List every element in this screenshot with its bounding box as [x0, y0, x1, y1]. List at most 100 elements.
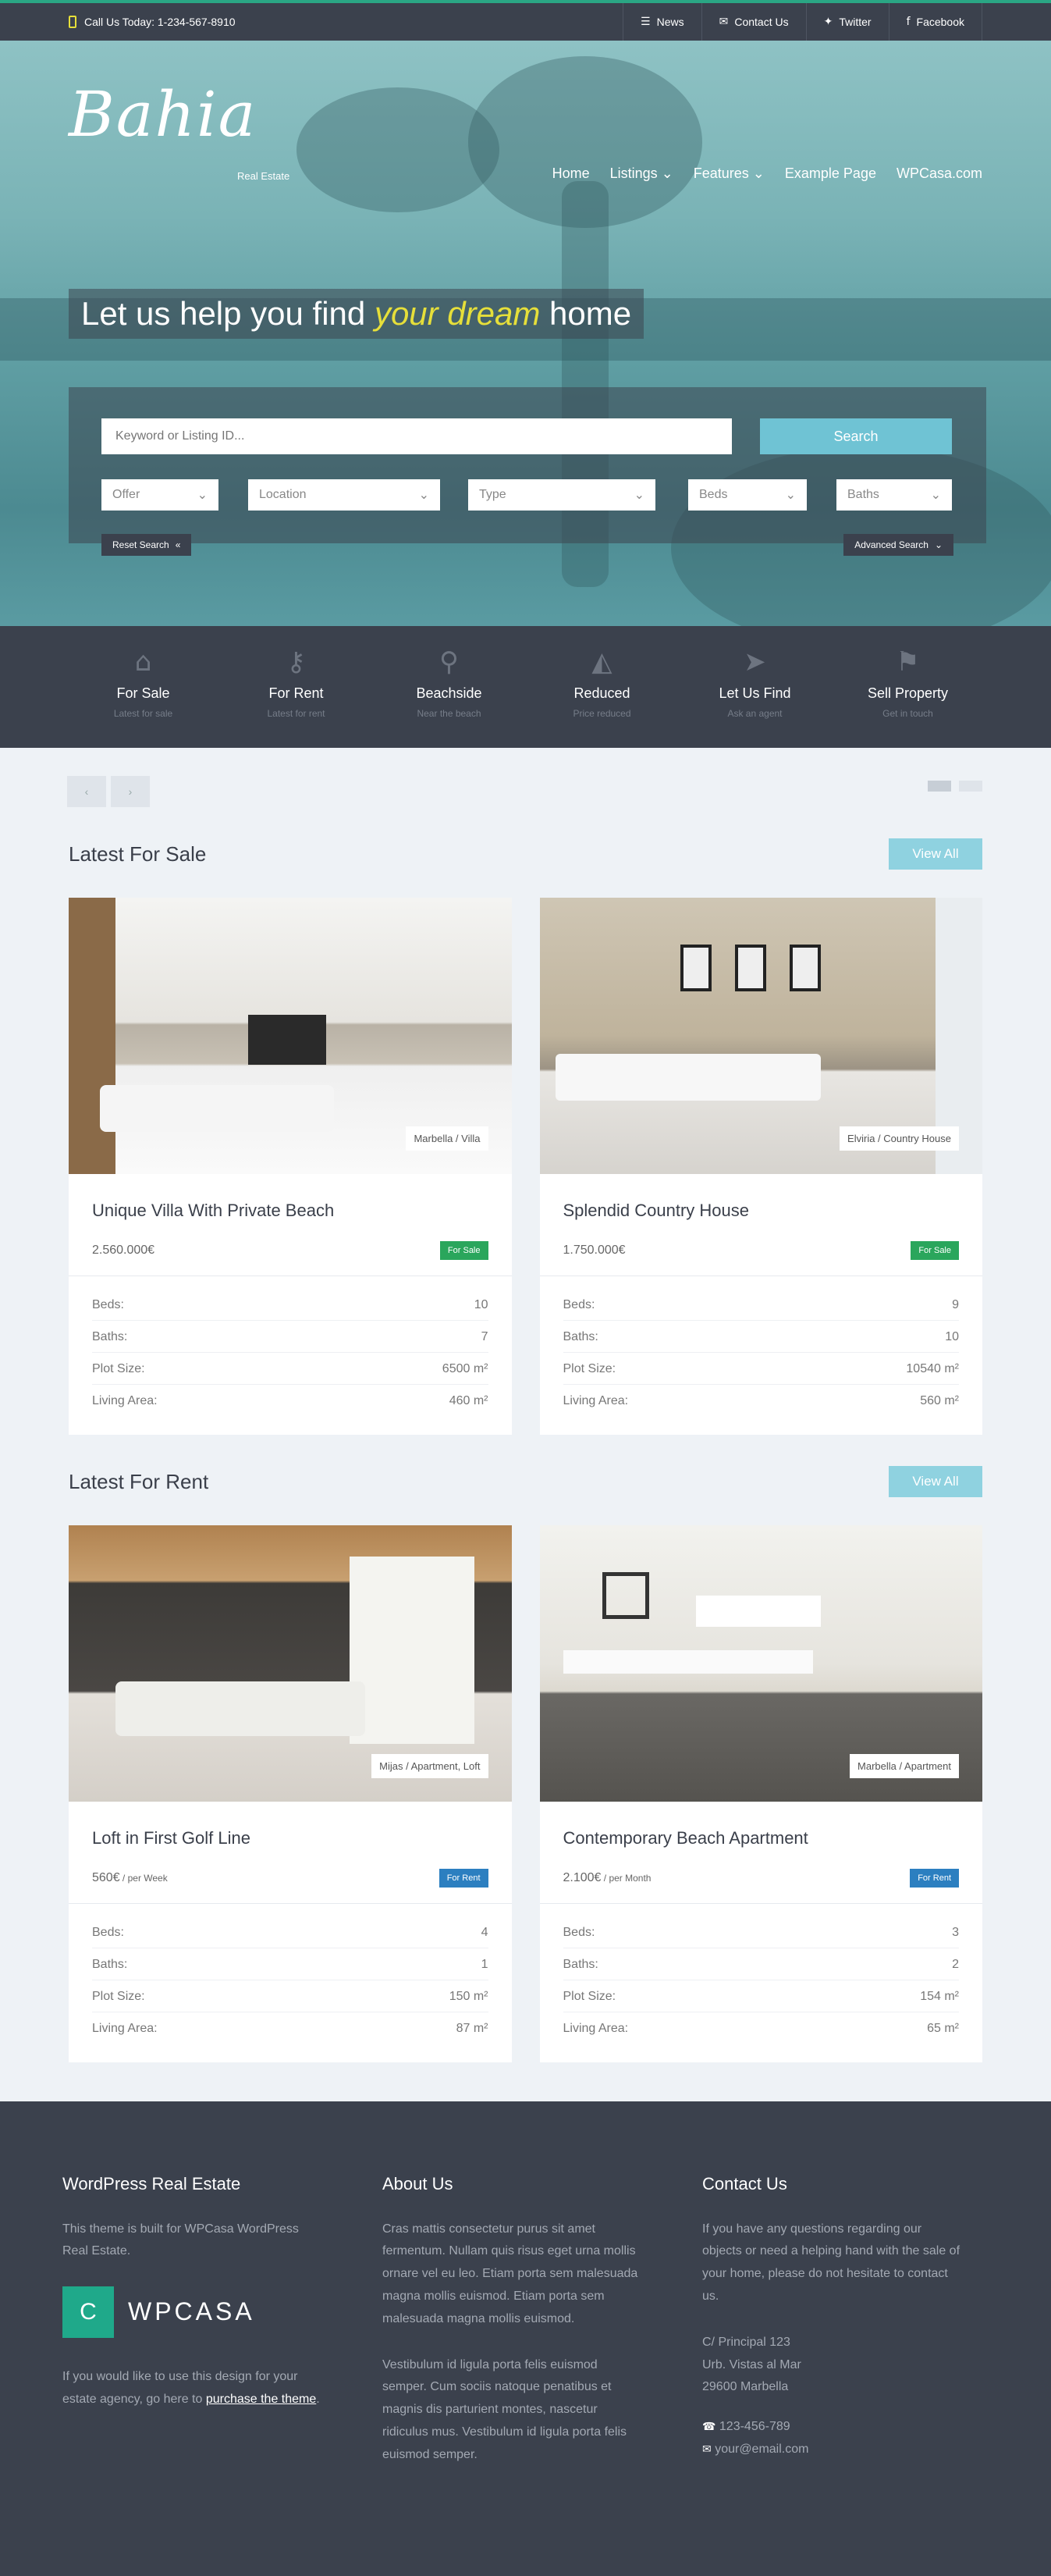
- type-select[interactable]: Type ⌄: [468, 479, 655, 511]
- spec-value: 4: [481, 1926, 488, 1939]
- select-label: Location: [259, 488, 307, 501]
- photo-detail: [100, 1085, 334, 1132]
- purchase-theme-link[interactable]: purchase the theme: [206, 2393, 316, 2406]
- feature-title: For Sale: [116, 685, 170, 701]
- offer-select[interactable]: Offer ⌄: [101, 479, 218, 511]
- spec-label: Living Area:: [563, 1394, 629, 1407]
- view-all-rent-button[interactable]: View All: [889, 1466, 982, 1497]
- contact-email[interactable]: ✉ your@email.com: [702, 2439, 960, 2461]
- listing-location-tag: Mijas / Apartment, Loft: [371, 1754, 488, 1778]
- spec-row: Living Area: 560 m²: [563, 1385, 960, 1416]
- listing-title[interactable]: Unique Villa With Private Beach: [92, 1201, 488, 1221]
- feature-bar: ⌂ For Sale Latest for sale ⚷ For Rent Latest…: [0, 626, 1051, 748]
- keyword-search-input[interactable]: [101, 418, 732, 454]
- advanced-search-button[interactable]: Advanced Search ⌄: [843, 534, 953, 556]
- spec-value: 154 m²: [920, 1990, 959, 2003]
- spec-value: 2: [952, 1958, 959, 1971]
- section-title: Latest For Sale: [69, 841, 207, 866]
- footer-col-about: About Us Cras mattis consectetur purus s…: [382, 2169, 640, 2537]
- listing-title[interactable]: Splendid Country House: [563, 1201, 960, 1221]
- listing-card[interactable]: Mijas / Apartment, Loft Loft in First Go…: [69, 1525, 512, 2062]
- nav-features[interactable]: Features ⌄: [694, 165, 765, 182]
- location-select[interactable]: Location ⌄: [248, 479, 440, 511]
- footer: WordPress Real Estate This theme is buil…: [0, 2101, 1051, 2576]
- listing-specs: Beds: 4 Baths: 1 Plot Size: 150 m² Living A…: [69, 1903, 512, 2062]
- wpcasa-logo[interactable]: C WPCASA: [62, 2286, 320, 2339]
- reset-search-button[interactable]: Reset Search «: [101, 534, 192, 556]
- top-links: ☰ News ✉ Contact Us ✦ Twitter f Facebook: [623, 3, 982, 41]
- top-bar: Call Us Today: 1-234-567-8910 ☰ News ✉ Con…: [0, 0, 1051, 41]
- photo-detail: [563, 1650, 813, 1674]
- photo-detail: [248, 1015, 326, 1065]
- section-header-sale: Latest For Sale View All: [0, 838, 1051, 870]
- spec-row: Living Area: 87 m²: [92, 2012, 488, 2044]
- select-label: Type: [479, 488, 506, 501]
- top-link-facebook[interactable]: f Facebook: [888, 3, 982, 41]
- phone-icon: ☎: [702, 2421, 716, 2434]
- listing-photo[interactable]: Mijas / Apartment, Loft: [69, 1525, 512, 1802]
- spec-value: 460 m²: [449, 1394, 488, 1407]
- feature-beachside[interactable]: ⚲ Beachside Near the beach: [373, 646, 526, 748]
- listing-title[interactable]: Loft in First Golf Line: [92, 1828, 488, 1848]
- site-logo[interactable]: Bahia Real Estate: [69, 78, 289, 182]
- top-link-news[interactable]: ☰ News: [623, 3, 701, 41]
- listing-photo[interactable]: Marbella / Villa: [69, 898, 512, 1174]
- view-all-sale-button[interactable]: View All: [889, 838, 982, 870]
- listing-photo[interactable]: Marbella / Apartment: [539, 1525, 982, 1802]
- search-button[interactable]: Search: [760, 418, 952, 454]
- feature-reduced[interactable]: ◭ Reduced Price reduced: [526, 646, 679, 748]
- envelope-icon: ✉: [719, 16, 729, 28]
- footer-cta: If you would like to use this design for…: [62, 2366, 320, 2411]
- beds-select[interactable]: Beds ⌄: [688, 479, 807, 511]
- listing-title[interactable]: Contemporary Beach Apartment: [563, 1828, 960, 1848]
- map-marker-icon: ⚲: [439, 646, 459, 678]
- slider-prev-button[interactable]: ‹: [67, 776, 106, 807]
- photo-detail: [69, 898, 115, 1174]
- top-link-contact[interactable]: ✉ Contact Us: [701, 3, 806, 41]
- feature-for-sale[interactable]: ⌂ For Sale Latest for sale: [67, 646, 220, 748]
- slider-arrows: ‹ ›: [67, 776, 150, 807]
- spec-value: 10: [474, 1298, 488, 1311]
- feature-sell-property[interactable]: ⚑ Sell Property Get in touch: [832, 646, 985, 748]
- listing-price-line: 2.560.000€ For Sale: [92, 1241, 488, 1260]
- top-link-twitter[interactable]: ✦ Twitter: [805, 3, 889, 41]
- spec-label: Plot Size:: [92, 1990, 145, 2003]
- photo-detail: [602, 1572, 649, 1619]
- slider-dot[interactable]: [959, 781, 982, 792]
- nav-wpcasa[interactable]: WPCasa.com: [897, 165, 982, 182]
- listing-card[interactable]: Elviria / Country House Splendid Country…: [539, 898, 982, 1435]
- nav-listings[interactable]: Listings ⌄: [610, 165, 673, 182]
- listing-photo[interactable]: Elviria / Country House: [539, 898, 982, 1174]
- spec-value: 87 m²: [456, 2022, 488, 2035]
- price-value: 1.750.000€: [563, 1244, 626, 1257]
- photo-detail: [555, 1054, 821, 1101]
- slider-next-button[interactable]: ›: [111, 776, 150, 807]
- baths-select[interactable]: Baths ⌄: [836, 479, 952, 511]
- listing-location-tag: Marbella / Villa: [406, 1126, 488, 1151]
- footer-text: This theme is built for WPCasa WordPress…: [62, 2222, 299, 2258]
- section-title: Latest For Rent: [69, 1469, 209, 1493]
- photo-detail: [734, 945, 766, 991]
- feature-let-us-find[interactable]: ➤ Let Us Find Ask an agent: [679, 646, 832, 748]
- facebook-icon: f: [906, 16, 911, 28]
- listing-card[interactable]: Marbella / Apartment Contemporary Beach …: [539, 1525, 982, 2062]
- status-badge: For Sale: [439, 1241, 488, 1260]
- home-icon: ⌂: [134, 646, 152, 678]
- spec-row: Beds: 4: [92, 1916, 488, 1948]
- spec-value: 10540 m²: [906, 1362, 959, 1375]
- feature-title: For Rent: [268, 685, 324, 701]
- contact-phone[interactable]: ☎ 123-456-789: [702, 2416, 960, 2439]
- nav-home[interactable]: Home: [552, 165, 590, 182]
- spec-row: Baths: 2: [563, 1948, 959, 1980]
- nav-example-page[interactable]: Example Page: [785, 165, 876, 182]
- spec-label: Living Area:: [92, 2022, 158, 2035]
- price-unit: / per Month: [601, 1873, 652, 1884]
- listing-card[interactable]: Marbella / Villa Unique Villa With Priva…: [69, 898, 512, 1435]
- location-arrow-icon: ➤: [744, 646, 766, 678]
- listing-location-tag: Elviria / Country House: [840, 1126, 959, 1151]
- spec-value: 10: [945, 1330, 959, 1343]
- slider-dot[interactable]: [928, 781, 951, 792]
- price-value: 2.100€: [563, 1871, 602, 1884]
- photo-detail: [350, 1557, 474, 1744]
- feature-for-rent[interactable]: ⚷ For Rent Latest for rent: [220, 646, 373, 748]
